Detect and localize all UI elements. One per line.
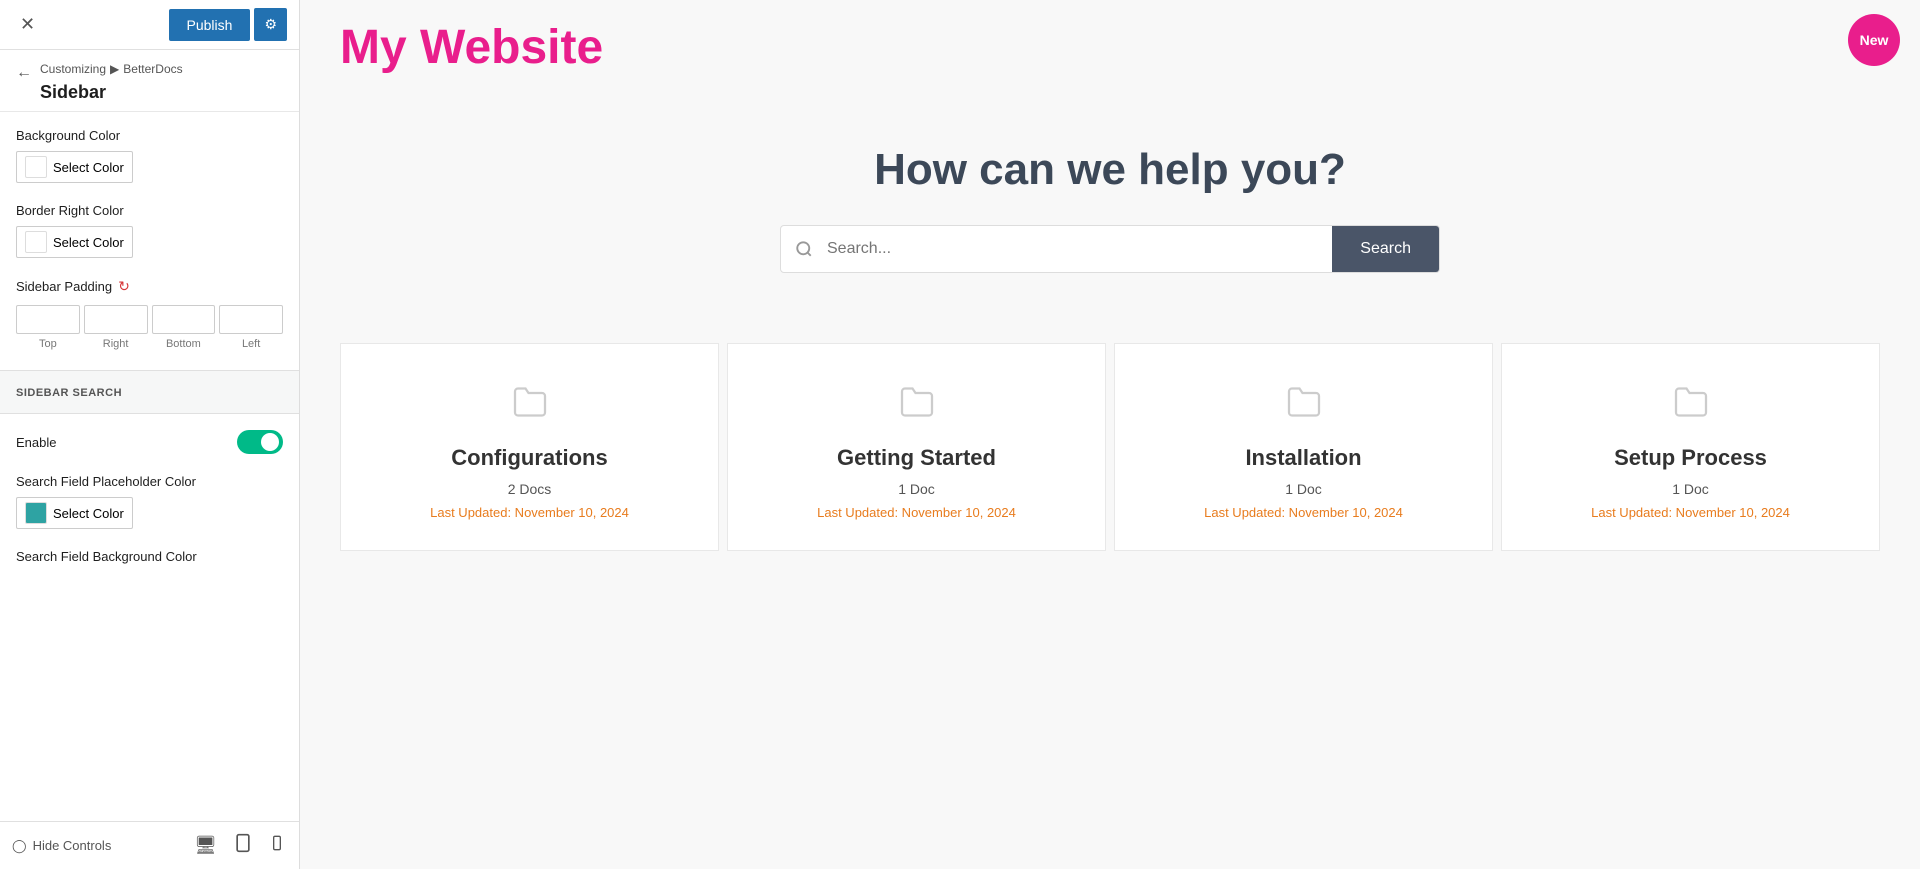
padding-left-field: 24 Left (219, 305, 283, 350)
folder-icon (1522, 384, 1859, 429)
border-right-color-row: Border Right Color Select Color (16, 203, 283, 258)
search-bg-color-row: Search Field Background Color (16, 549, 283, 564)
close-button[interactable]: ✕ (12, 10, 43, 39)
padding-right-field: 24 Right (84, 305, 148, 350)
doc-title: Installation (1135, 445, 1472, 471)
search-bg-color-label: Search Field Background Color (16, 549, 283, 564)
doc-title: Getting Started (748, 445, 1085, 471)
publish-button[interactable]: Publish (169, 9, 251, 41)
padding-top-label: Top (39, 338, 57, 350)
padding-left-label: Left (242, 338, 260, 350)
hide-controls-label: Hide Controls (33, 838, 112, 853)
folder-icon (1135, 384, 1472, 429)
doc-card[interactable]: Configurations 2 Docs Last Updated: Nove… (340, 343, 719, 551)
doc-count: 2 Docs (361, 481, 698, 497)
sidebar-search-label: SIDEBAR SEARCH (16, 387, 122, 399)
doc-count: 1 Doc (748, 481, 1085, 497)
doc-card[interactable]: Installation 1 Doc Last Updated: Novembe… (1114, 343, 1493, 551)
site-title: My Website (340, 20, 1880, 75)
sidebar-search-divider: SIDEBAR SEARCH (0, 370, 299, 414)
enable-toggle-row: Enable (16, 430, 283, 454)
left-panel: ✕ Publish ⚙ ← Customizing ▶ BetterDocs S… (0, 0, 300, 869)
view-icons: 🖥 (192, 831, 287, 860)
top-bar: ✕ Publish ⚙ (0, 0, 299, 50)
placeholder-color-swatch (25, 502, 47, 524)
placeholder-color-btn-label: Select Color (53, 506, 124, 521)
doc-updated: Last Updated: November 10, 2024 (1135, 505, 1472, 520)
publish-area: Publish ⚙ (169, 8, 287, 41)
hero-section: How can we help you? Search (300, 85, 1920, 313)
sidebar-padding-label: Sidebar Padding ↻ (16, 278, 283, 295)
mobile-view-button[interactable] (267, 831, 287, 860)
background-color-label: Background Color (16, 128, 283, 143)
mobile-icon (269, 833, 285, 853)
padding-top-field: 58 Top (16, 305, 80, 350)
background-color-button[interactable]: Select Color (16, 151, 133, 183)
border-right-color-label: Border Right Color (16, 203, 283, 218)
border-right-color-btn-label: Select Color (53, 235, 124, 250)
search-icon-wrap (781, 226, 827, 272)
preview-area: My Website How can we help you? Search C… (300, 0, 1920, 869)
padding-bottom-field: 0 Bottom (152, 305, 216, 350)
tablet-icon (233, 833, 253, 853)
doc-count: 1 Doc (1135, 481, 1472, 497)
sidebar-padding-section: Sidebar Padding ↻ 58 Top 24 Right 0 Bott… (16, 278, 283, 350)
doc-updated: Last Updated: November 10, 2024 (748, 505, 1085, 520)
desktop-icon: 🖥 (194, 835, 217, 855)
breadcrumb-separator: ▶ (110, 62, 119, 76)
site-header: My Website (300, 0, 1920, 85)
search-icon (795, 240, 813, 258)
padding-bottom-label: Bottom (166, 338, 201, 350)
search-input[interactable] (827, 226, 1332, 272)
panel-content: Background Color Select Color Border Rig… (0, 112, 299, 821)
doc-count: 1 Doc (1522, 481, 1859, 497)
background-color-swatch (25, 156, 47, 178)
padding-top-input[interactable]: 58 (16, 305, 80, 334)
circle-icon: ◯ (12, 838, 27, 854)
breadcrumb: Customizing ▶ BetterDocs (40, 62, 183, 76)
folder-icon (361, 384, 698, 429)
border-right-color-swatch (25, 231, 47, 253)
padding-right-input[interactable]: 24 (84, 305, 148, 334)
desktop-view-button[interactable]: 🖥 (192, 831, 219, 860)
enable-label: Enable (16, 435, 56, 450)
padding-right-label: Right (103, 338, 129, 350)
doc-card[interactable]: Getting Started 1 Doc Last Updated: Nove… (727, 343, 1106, 551)
cards-section: Configurations 2 Docs Last Updated: Nove… (300, 313, 1920, 571)
doc-title: Configurations (361, 445, 698, 471)
breadcrumb-area: ← Customizing ▶ BetterDocs Sidebar (0, 50, 299, 112)
bottom-bar: ◯ Hide Controls 🖥 (0, 821, 299, 869)
placeholder-color-button[interactable]: Select Color (16, 497, 133, 529)
placeholder-color-label: Search Field Placeholder Color (16, 474, 283, 489)
doc-updated: Last Updated: November 10, 2024 (361, 505, 698, 520)
panel-title: Sidebar (40, 82, 183, 103)
padding-left-input[interactable]: 24 (219, 305, 283, 334)
gear-button[interactable]: ⚙ (254, 8, 287, 41)
doc-updated: Last Updated: November 10, 2024 (1522, 505, 1859, 520)
doc-title: Setup Process (1522, 445, 1859, 471)
placeholder-color-row: Search Field Placeholder Color Select Co… (16, 474, 283, 529)
hero-heading: How can we help you? (320, 145, 1900, 195)
hide-controls-button[interactable]: ◯ Hide Controls (12, 838, 111, 854)
doc-card[interactable]: Setup Process 1 Doc Last Updated: Novemb… (1501, 343, 1880, 551)
back-button[interactable]: ← (16, 64, 32, 82)
new-button[interactable]: New (1848, 14, 1900, 66)
search-button[interactable]: Search (1332, 226, 1439, 272)
border-right-color-button[interactable]: Select Color (16, 226, 133, 258)
refresh-icon[interactable]: ↻ (118, 278, 130, 295)
padding-bottom-input[interactable]: 0 (152, 305, 216, 334)
folder-icon (748, 384, 1085, 429)
enable-toggle[interactable] (237, 430, 283, 454)
background-color-btn-label: Select Color (53, 160, 124, 175)
tablet-view-button[interactable] (231, 831, 255, 860)
padding-inputs: 58 Top 24 Right 0 Bottom 24 Left (16, 305, 283, 350)
background-color-row: Background Color Select Color (16, 128, 283, 183)
search-bar: Search (780, 225, 1440, 273)
